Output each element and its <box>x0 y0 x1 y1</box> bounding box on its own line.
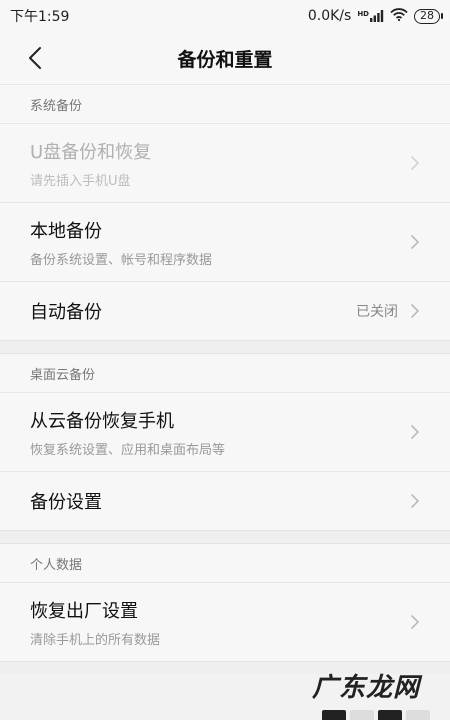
chevron-right-icon <box>410 424 420 440</box>
signal-hd-label: HD <box>357 10 369 18</box>
item-title: 恢复出厂设置 <box>30 600 138 622</box>
section-header: 个人数据 <box>0 544 450 583</box>
section-personal-data: 个人数据 恢复出厂设置 清除手机上的所有数据 <box>0 544 450 661</box>
watermark-logo: 广东龙网 <box>311 673 420 703</box>
status-icons: 0.0K/s HD 28 <box>307 7 443 25</box>
back-button[interactable] <box>22 44 50 72</box>
item-title: 备份设置 <box>30 492 102 513</box>
status-bar: 下午1:59 0.0K/s HD 28 <box>0 0 450 32</box>
chevron-right-icon <box>410 614 420 630</box>
backup-settings-item[interactable]: 备份设置 <box>0 472 450 530</box>
signal-icon: HD <box>357 10 384 22</box>
section-system-backup: 系统备份 U盘备份和恢复 请先插入手机U盘 本地备份 备份系统设置、帐号和程序数… <box>0 85 450 340</box>
section-divider <box>0 530 450 544</box>
watermark-decoration <box>322 710 430 720</box>
page-title: 备份和重置 <box>177 48 273 71</box>
auto-backup-item[interactable]: 自动备份 已关闭 <box>0 282 450 340</box>
item-title: 本地备份 <box>30 220 102 242</box>
cloud-restore-item[interactable]: 从云备份恢复手机 恢复系统设置、应用和桌面布局等 <box>0 393 450 472</box>
item-title: U盘备份和恢复 <box>30 141 152 163</box>
battery-icon: 28 <box>414 8 443 24</box>
section-header: 系统备份 <box>0 85 450 124</box>
chevron-left-icon <box>29 47 41 69</box>
status-time: 下午1:59 <box>10 9 70 25</box>
usb-backup-item[interactable]: U盘备份和恢复 请先插入手机U盘 <box>0 124 450 203</box>
item-title: 自动备份 <box>30 302 102 323</box>
section-divider <box>0 340 450 354</box>
section-header: 桌面云备份 <box>0 354 450 393</box>
factory-reset-item[interactable]: 恢复出厂设置 清除手机上的所有数据 <box>0 583 450 661</box>
chevron-right-icon <box>410 303 420 319</box>
battery-level: 28 <box>420 8 434 22</box>
item-title: 从云备份恢复手机 <box>30 410 174 432</box>
item-subtitle: 清除手机上的所有数据 <box>30 632 161 648</box>
chevron-right-icon <box>410 155 420 171</box>
section-cloud-backup: 桌面云备份 从云备份恢复手机 恢复系统设置、应用和桌面布局等 备份设置 <box>0 354 450 530</box>
network-speed: 0.0K/s <box>307 8 352 24</box>
wifi-icon <box>390 7 408 25</box>
local-backup-item[interactable]: 本地备份 备份系统设置、帐号和程序数据 <box>0 203 450 282</box>
item-subtitle: 恢复系统设置、应用和桌面布局等 <box>30 442 226 458</box>
item-subtitle: 请先插入手机U盘 <box>30 173 131 189</box>
item-subtitle: 备份系统设置、帐号和程序数据 <box>30 252 213 268</box>
auto-backup-status: 已关闭 <box>356 304 398 320</box>
chevron-right-icon <box>410 493 420 509</box>
chevron-right-icon <box>410 234 420 250</box>
app-bar: 备份和重置 <box>0 32 450 85</box>
